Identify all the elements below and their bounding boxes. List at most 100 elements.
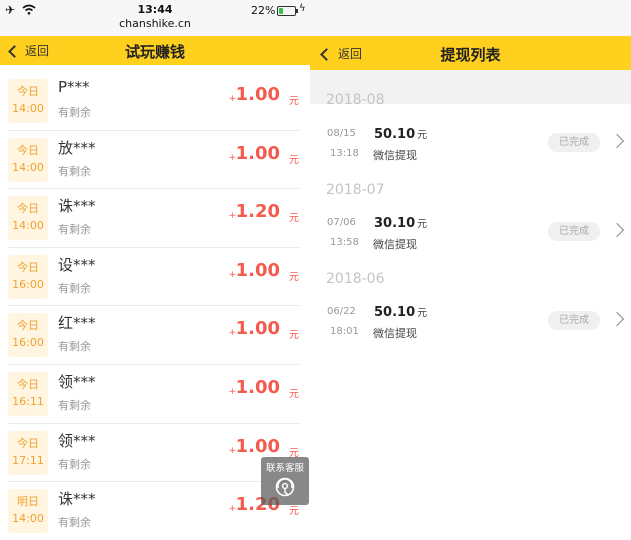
badge-time: 14:00 bbox=[12, 102, 44, 115]
task-name: 设*** bbox=[58, 255, 96, 274]
badge-time: 14:00 bbox=[12, 512, 44, 526]
chevron-right-icon bbox=[609, 222, 625, 238]
task-row[interactable]: 今日 14:00 诛*** 有剩余 +1.20 元 bbox=[8, 189, 300, 248]
task-row[interactable]: 明日 14:00 诛*** 有剩余 +1.20 元 bbox=[8, 482, 300, 540]
badge-day: 今日 bbox=[17, 436, 39, 450]
status-badge: 已完成 bbox=[548, 311, 600, 330]
record-date: 08/15 bbox=[327, 128, 356, 139]
customer-service-label: 联系客服 bbox=[265, 463, 304, 474]
time-badge: 今日 16:11 bbox=[8, 371, 48, 416]
currency-unit: 元 bbox=[289, 271, 299, 283]
record-amount-wrap: 50.10 元 bbox=[374, 126, 427, 142]
reward-amount: 1.00 bbox=[235, 259, 280, 281]
record-unit: 元 bbox=[417, 219, 428, 230]
record-amount: 30.10 bbox=[374, 216, 416, 231]
badge-day: 今日 bbox=[17, 319, 39, 333]
withdraw-record[interactable]: 07/06 13:58 30.10 元微信提现 已完成 bbox=[310, 205, 631, 263]
task-status: 有剩余 bbox=[58, 516, 91, 530]
battery-icon bbox=[277, 6, 296, 16]
badge-day: 明日 bbox=[17, 495, 39, 509]
currency-unit: 元 bbox=[289, 330, 299, 342]
page-title: 提现列表 bbox=[440, 46, 501, 64]
headset-icon bbox=[275, 477, 295, 497]
time-badge: 今日 16:00 bbox=[8, 254, 48, 299]
task-row[interactable]: 今日 14:00 P*** 有剩余 +1.00 元 bbox=[8, 72, 300, 131]
status-bar-blank bbox=[310, 0, 631, 36]
currency-unit: 元 bbox=[289, 388, 299, 400]
record-date: 07/06 bbox=[327, 217, 356, 228]
time-badge: 今日 16:00 bbox=[8, 313, 48, 358]
badge-time: 17:11 bbox=[12, 453, 44, 467]
nav-bar: 返回 试玩赚钱 bbox=[0, 36, 310, 65]
task-status: 有剩余 bbox=[58, 164, 91, 178]
badge-time: 16:00 bbox=[12, 336, 44, 350]
record-time: 18:01 bbox=[330, 326, 359, 337]
reward-amount: 1.00 bbox=[235, 142, 280, 164]
time-badge: 今日 14:00 bbox=[8, 79, 48, 123]
badge-day: 今日 bbox=[17, 202, 39, 216]
record-unit: 元 bbox=[417, 130, 428, 141]
task-name: P*** bbox=[58, 78, 90, 96]
page-title: 试玩赚钱 bbox=[124, 43, 185, 61]
nav-bar: 返回 提现列表 bbox=[310, 36, 631, 70]
task-name: 领*** bbox=[58, 372, 96, 391]
reward-amount: 1.00 bbox=[235, 376, 280, 398]
month-header: 2018-07 bbox=[326, 182, 385, 198]
charging-icon: ϟ bbox=[299, 3, 306, 14]
withdraw-record[interactable]: 08/15 13:18 50.10 元微信提现 已完成 bbox=[310, 116, 631, 174]
record-time: 13:18 bbox=[330, 148, 359, 159]
record-amount-wrap: 30.10 元 bbox=[374, 215, 427, 231]
badge-day: 今日 bbox=[17, 260, 39, 274]
time-badge: 今日 14:00 bbox=[8, 137, 48, 182]
withdraw-record[interactable]: 06/22 18:01 50.10 元微信提现 已完成 bbox=[310, 294, 631, 352]
time-badge: 今日 17:11 bbox=[8, 430, 48, 475]
battery-cap bbox=[296, 9, 298, 13]
record-method: 微信提现 bbox=[373, 149, 417, 162]
task-status: 有剩余 bbox=[58, 340, 91, 354]
record-unit: 元 bbox=[417, 308, 428, 319]
customer-service-button[interactable]: 联系客服 bbox=[261, 457, 309, 505]
task-row[interactable]: 今日 16:00 设*** 有剩余 +1.00 元 bbox=[8, 248, 300, 307]
task-row[interactable]: 今日 14:00 放*** 有剩余 +1.00 元 bbox=[8, 131, 300, 190]
reward-amount: 1.20 bbox=[235, 201, 280, 223]
task-row[interactable]: 今日 16:00 红*** 有剩余 +1.00 元 bbox=[8, 306, 300, 365]
reward-amount: 1.00 bbox=[235, 435, 280, 457]
badge-day: 今日 bbox=[17, 377, 39, 391]
task-status: 有剩余 bbox=[58, 398, 91, 412]
time-badge: 今日 14:00 bbox=[8, 196, 48, 241]
record-time: 13:58 bbox=[330, 237, 359, 248]
badge-time: 16:00 bbox=[12, 277, 44, 291]
task-status: 有剩余 bbox=[58, 457, 91, 471]
status-badge: 已完成 bbox=[548, 222, 600, 241]
page-url: chanshike.cn bbox=[119, 17, 191, 30]
task-row[interactable]: 今日 17:11 领*** 有剩余 +1.00 元 bbox=[8, 424, 300, 483]
currency-unit: 元 bbox=[289, 213, 299, 225]
currency-unit: 元 bbox=[289, 96, 299, 107]
chevron-right-icon bbox=[609, 133, 625, 149]
record-amount: 50.10 bbox=[374, 127, 416, 142]
month-header: 2018-08 bbox=[326, 92, 385, 108]
record-amount-wrap: 50.10 元 bbox=[374, 304, 427, 320]
badge-day: 今日 bbox=[17, 143, 39, 157]
badge-time: 16:11 bbox=[12, 394, 44, 408]
task-name: 诛*** bbox=[58, 490, 96, 509]
record-amount: 50.10 bbox=[374, 305, 416, 320]
reward-amount: 1.00 bbox=[235, 84, 280, 105]
battery-percent: 22% bbox=[251, 4, 276, 17]
status-badge: 已完成 bbox=[548, 133, 600, 152]
task-status: 有剩余 bbox=[58, 281, 91, 295]
badge-time: 14:00 bbox=[12, 219, 44, 233]
chevron-right-icon bbox=[609, 311, 625, 327]
task-name: 诛*** bbox=[58, 197, 96, 216]
currency-unit: 元 bbox=[289, 154, 299, 166]
task-name: 放*** bbox=[58, 138, 96, 157]
status-bar: ✈ 13:44 chanshike.cn 22% ϟ bbox=[0, 0, 310, 36]
time-badge: 明日 14:00 bbox=[8, 489, 48, 534]
withdraw-list-screen: 返回 提现列表 2018-08 08/15 13:18 50.10 元微信提现 已完成 20… bbox=[310, 0, 631, 540]
task-name: 红*** bbox=[58, 314, 96, 333]
task-name: 领*** bbox=[58, 431, 96, 450]
task-row[interactable]: 今日 16:11 领*** 有剩余 +1.00 元 bbox=[8, 365, 300, 424]
task-status: 有剩余 bbox=[58, 223, 91, 237]
record-method: 微信提现 bbox=[373, 327, 417, 340]
earn-by-trial-screen: ✈ 13:44 chanshike.cn 22% ϟ 返回 试玩赚钱 今日 14:… bbox=[0, 0, 310, 540]
